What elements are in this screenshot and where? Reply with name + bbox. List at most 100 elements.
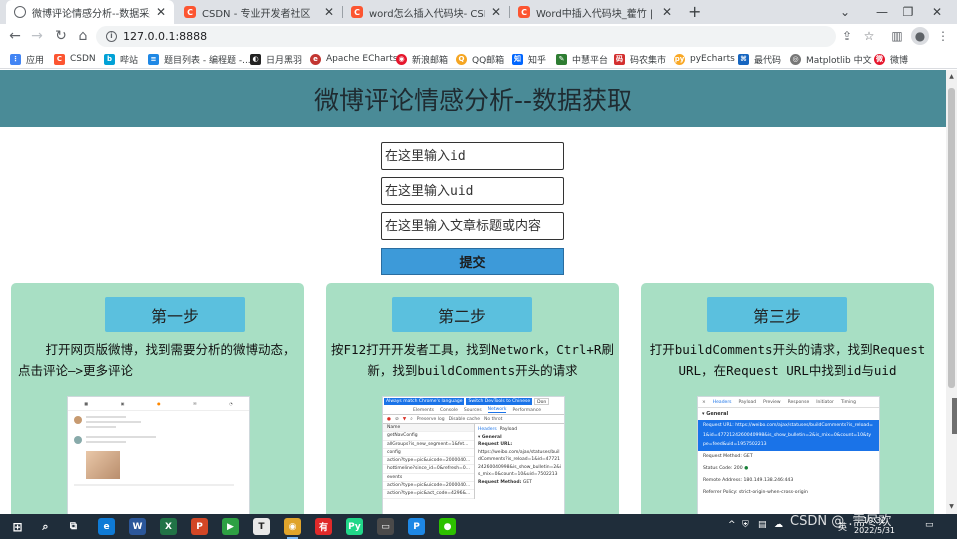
- weibo-comment: [74, 416, 243, 431]
- step-title: 第二步: [392, 297, 532, 332]
- tab-search-button[interactable]: ⌄: [825, 0, 865, 24]
- tab-weibo-data-collection[interactable]: 微博评论情感分析--数据采集 ✕: [6, 0, 174, 24]
- tab-csdn-search[interactable]: C word怎么插入代码块- CSDN搜索 ✕: [343, 0, 509, 24]
- list-icon: ≡: [148, 53, 159, 65]
- scroll-up-arrow-icon[interactable]: ▲: [947, 72, 956, 81]
- bookmark-sina-mail[interactable]: ◉ 新浪邮箱: [396, 52, 448, 66]
- comment-lines: [86, 436, 166, 446]
- id-input[interactable]: [381, 142, 564, 170]
- bookmark-zhihu[interactable]: 知知乎: [512, 52, 546, 66]
- new-tab-button[interactable]: +: [688, 2, 701, 21]
- bookmark-label: pyEcharts: [690, 54, 735, 64]
- excel-icon[interactable]: X: [160, 518, 177, 535]
- terminal-icon[interactable]: ▭: [377, 518, 394, 535]
- headers-tab: Timing: [840, 399, 857, 405]
- typora-icon[interactable]: T: [253, 518, 270, 535]
- bookmark-manong[interactable]: 码码农集市: [614, 52, 666, 66]
- devtools-tab: Sources: [463, 407, 482, 413]
- bookmark-qq-mail[interactable]: Q QQ邮箱: [456, 52, 504, 66]
- language-banner: Always match Chrome's language Switch De…: [383, 397, 564, 406]
- task-view-icon[interactable]: ⧉: [65, 518, 82, 535]
- content-input[interactable]: [381, 212, 564, 240]
- submit-button[interactable]: 提交: [381, 248, 564, 275]
- edge-icon[interactable]: e: [98, 518, 115, 535]
- tab-title: Word中插入代码块_藿竹 | kevinelee: [536, 8, 656, 20]
- pycharm-icon[interactable]: Py: [346, 518, 363, 535]
- wechat-icon[interactable]: ●: [439, 518, 456, 535]
- bookmark-label: 新浪邮箱: [412, 55, 449, 66]
- bookmark-matplotlib[interactable]: ◎ Matplotlib 中文: [790, 52, 872, 66]
- step-description: 打开网页版微博，找到需要分析的微博动态，点击评论—>更多评论: [18, 342, 296, 378]
- close-tab-icon[interactable]: ✕: [156, 5, 166, 19]
- csdn-icon: C: [54, 53, 65, 65]
- network-icon[interactable]: ▤: [758, 520, 767, 530]
- bookmark-label: 题目列表 - 编程题 -...: [164, 55, 251, 66]
- tab-csdn-article[interactable]: C Word中插入代码块_藿竹 | kevinelee ✕: [510, 0, 680, 24]
- close-tab-icon[interactable]: ✕: [662, 5, 672, 19]
- bookmark-bilibili[interactable]: b 哔站: [104, 52, 138, 66]
- scroll-down-arrow-icon[interactable]: ▼: [947, 502, 956, 511]
- shield-icon[interactable]: ⛨: [742, 520, 749, 530]
- site-info-icon[interactable]: i: [106, 31, 117, 42]
- bookmark-label: 中慧平台: [572, 55, 609, 66]
- bookmark-label: 最代码: [754, 55, 782, 66]
- banner-item: Switch DevTools to Chinese: [466, 398, 533, 405]
- cloud-icon[interactable]: ☁: [774, 520, 783, 530]
- bookmark-weibo[interactable]: 微微博: [874, 52, 908, 66]
- bookmark-apps[interactable]: ⋮ 应用: [10, 52, 44, 66]
- bookmark-label: Matplotlib 中文: [806, 55, 872, 66]
- step-description: 按F12打开开发者工具，找到Network，Ctrl+R刷新，找到buildCo…: [331, 342, 614, 378]
- address-bar[interactable]: i 127.0.0.1:8888: [96, 26, 836, 47]
- devtools-tab: Console: [439, 407, 458, 413]
- uid-input[interactable]: [381, 177, 564, 205]
- chrome-icon[interactable]: ◉: [284, 518, 301, 539]
- word-icon[interactable]: W: [129, 518, 146, 535]
- bookmark-zhonghui[interactable]: ✎ 中慧平台: [556, 52, 608, 66]
- close-window-button[interactable]: ✕: [917, 0, 957, 24]
- banner-item: Always match Chrome's language: [384, 398, 465, 405]
- profile-avatar-icon[interactable]: ●: [911, 27, 929, 45]
- clear-icon: ⊘: [394, 416, 399, 422]
- page-scrollbar[interactable]: ▲ ▼: [946, 70, 957, 514]
- devtools-tab: Elements: [413, 407, 434, 413]
- search-icon[interactable]: ⌕: [37, 518, 54, 535]
- back-arrow-icon[interactable]: ←: [6, 27, 24, 45]
- bookmark-riyue[interactable]: ◐ 日月黑羽: [250, 52, 302, 66]
- bookmark-zuidaima[interactable]: ⌘ 最代码: [738, 52, 781, 66]
- bookmark-star-icon[interactable]: ☆: [860, 27, 878, 45]
- headers-tab: Payload: [738, 399, 757, 405]
- echarts-icon: e: [310, 53, 321, 65]
- windows-start-icon[interactable]: ⊞: [9, 518, 26, 535]
- avatar: [74, 416, 82, 424]
- notification-icon[interactable]: ▭: [925, 520, 934, 530]
- bookmark-csdn[interactable]: C CSDN: [54, 52, 96, 66]
- side-panel-icon[interactable]: ▥: [888, 27, 906, 45]
- scroll-thumb[interactable]: [948, 88, 955, 388]
- bookmark-problem-list[interactable]: ≡ 题目列表 - 编程题 -...: [148, 52, 251, 66]
- bookmark-echarts[interactable]: e Apache ECharts: [310, 52, 398, 66]
- request-detail: Headers Payload ▾ General Request URL: h…: [475, 424, 564, 499]
- bookmark-label: CSDN: [70, 54, 96, 64]
- tab-csdn-home[interactable]: C CSDN - 专业开发者社区 ✕: [176, 0, 342, 24]
- menu-kebab-icon[interactable]: ⋮: [934, 27, 952, 45]
- step-title: 第一步: [105, 297, 245, 332]
- weibo-nav-bar: ■ ▣ ● ✉ ◔: [68, 397, 249, 411]
- network-panel: Name getNavConfig allGroups?is_new_segme…: [383, 424, 564, 499]
- close-tab-icon[interactable]: ✕: [491, 5, 501, 19]
- close-tab-icon[interactable]: ✕: [324, 5, 334, 19]
- bookmark-pyecharts[interactable]: py pyEcharts: [674, 52, 735, 66]
- apps-grid-icon: ⋮: [10, 53, 21, 65]
- media-player-icon[interactable]: ▶: [222, 518, 239, 535]
- tab-title: 微博评论情感分析--数据采集: [32, 8, 150, 20]
- youdao-icon[interactable]: 有: [315, 518, 332, 535]
- step-card-3: 第三步 打开buildComments开头的请求，找到Request URL，在…: [641, 283, 934, 514]
- globe-icon: [14, 6, 26, 18]
- share-icon[interactable]: ⇪: [838, 27, 856, 45]
- pdf-icon[interactable]: P: [408, 518, 425, 535]
- notification-chevron-icon[interactable]: ^: [728, 520, 736, 530]
- powerpoint-icon[interactable]: P: [191, 518, 208, 535]
- home-icon[interactable]: ⌂: [74, 27, 92, 45]
- csdn-icon: C: [184, 6, 196, 18]
- forward-arrow-icon[interactable]: →: [28, 27, 46, 45]
- reload-icon[interactable]: ↻: [52, 27, 70, 45]
